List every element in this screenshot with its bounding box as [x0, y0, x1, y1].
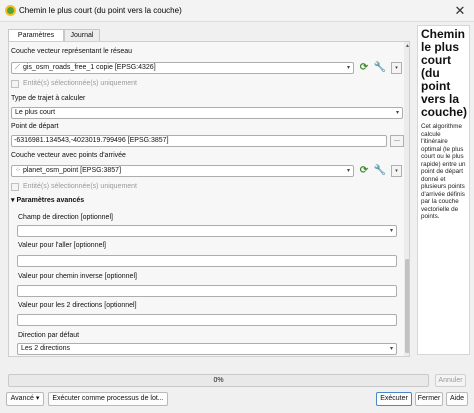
- start-point-input[interactable]: -6316981.134543,-4023019.799496 [EPSG:38…: [11, 135, 387, 147]
- forward-value-label: Valeur pour l'aller [optionnel]: [18, 242, 106, 249]
- chevron-down-icon: ▾: [346, 168, 350, 174]
- end-points-layer-label: Couche vecteur avec points d'arrivée: [11, 152, 126, 159]
- default-direction-combo[interactable]: Les 2 directions ▾: [17, 343, 397, 355]
- chevron-down-icon: ▾: [35, 395, 40, 402]
- end-points-layer-value: planet_osm_point [EPSG:3857]: [22, 167, 122, 174]
- help-title: Chemin le plus court (du point vers la c…: [421, 27, 468, 119]
- point-layer-icon: ⁘: [15, 167, 21, 174]
- network-selected-only-label: Entité(s) sélectionnée(s) uniquement: [23, 80, 138, 87]
- window-title: Chemin le plus court (du point vers la c…: [19, 6, 182, 15]
- default-direction-value: Les 2 directions: [21, 345, 71, 352]
- backward-value-label: Valeur pour chemin inverse [optionnel]: [18, 273, 137, 280]
- both-directions-value-label: Valeur pour les 2 directions [optionnel]: [18, 302, 137, 309]
- chevron-down-icon: ▾: [389, 346, 393, 352]
- scroll-up-icon[interactable]: ▲: [404, 43, 409, 49]
- parameters-panel: Couche vecteur représentant le réseau ⟋ …: [8, 41, 410, 357]
- layer-options-dropdown[interactable]: ▾: [391, 62, 402, 74]
- qgis-logo-icon: [5, 5, 16, 16]
- layer-options-dropdown[interactable]: ▾: [391, 165, 402, 177]
- direction-field-label: Champ de direction [optionnel]: [18, 214, 113, 221]
- network-layer-label: Couche vecteur représentant le réseau: [11, 48, 133, 55]
- help-description: Cet algorithme calcule l'itinéraire opti…: [421, 123, 466, 220]
- title-bar: Chemin le plus court (du point vers la c…: [0, 0, 474, 22]
- backward-value-input[interactable]: [17, 285, 397, 297]
- run-button[interactable]: Exécuter: [376, 392, 412, 406]
- advanced-button-label: Avancé: [10, 395, 34, 402]
- parameters-scrollbar[interactable]: ▲: [404, 42, 409, 356]
- window-close-button[interactable]: ✕: [452, 3, 468, 19]
- both-directions-value-input[interactable]: [17, 314, 397, 326]
- advanced-menu-button[interactable]: Avancé ▾: [6, 392, 44, 406]
- iterate-refresh-icon[interactable]: ⟳: [357, 62, 371, 74]
- start-point-label: Point de départ: [11, 123, 59, 130]
- end-points-selected-only-checkbox[interactable]: [11, 183, 19, 191]
- route-type-label: Type de trajet à calculer: [11, 95, 86, 102]
- chevron-down-icon: ▾: [389, 228, 393, 234]
- iterate-refresh-icon[interactable]: ⟳: [357, 165, 371, 177]
- network-layer-combo[interactable]: ⟋ gis_osm_roads_free_1 copie [EPSG:4326]…: [11, 62, 354, 74]
- advanced-parameters-toggle[interactable]: ▾ Paramètres avancés: [11, 196, 84, 204]
- advanced-parameters-title: Paramètres avancés: [16, 197, 85, 204]
- chevron-down-icon: ▾: [395, 110, 399, 116]
- route-type-value: Le plus court: [15, 109, 56, 116]
- help-button[interactable]: Aide: [446, 392, 468, 406]
- end-points-selected-only-label: Entité(s) sélectionnée(s) uniquement: [23, 183, 138, 190]
- network-selected-only-checkbox[interactable]: [11, 80, 19, 88]
- line-layer-icon: ⟋: [15, 64, 20, 71]
- forward-value-input[interactable]: [17, 255, 397, 267]
- progress-bar: 0%: [8, 374, 429, 387]
- network-layer-value: gis_osm_roads_free_1 copie [EPSG:4326]: [22, 64, 156, 71]
- help-panel: Chemin le plus court (du point vers la c…: [417, 25, 470, 355]
- route-type-combo[interactable]: Le plus court ▾: [11, 107, 403, 119]
- run-as-batch-button[interactable]: Exécuter comme processus de lot...: [48, 392, 168, 406]
- scrollbar-thumb[interactable]: [405, 259, 409, 353]
- chevron-down-icon: ▾: [346, 65, 350, 71]
- end-points-layer-combo[interactable]: ⁘ planet_osm_point [EPSG:3857] ▾: [11, 165, 354, 177]
- start-point-browse-button[interactable]: ...: [390, 135, 404, 147]
- direction-field-combo[interactable]: ▾: [17, 225, 397, 237]
- close-button[interactable]: Fermer: [415, 392, 443, 406]
- cancel-button[interactable]: Annuler: [435, 374, 466, 387]
- wrench-icon[interactable]: 🔧: [373, 62, 387, 74]
- default-direction-label: Direction par défaut: [18, 332, 80, 339]
- wrench-icon[interactable]: 🔧: [373, 165, 387, 177]
